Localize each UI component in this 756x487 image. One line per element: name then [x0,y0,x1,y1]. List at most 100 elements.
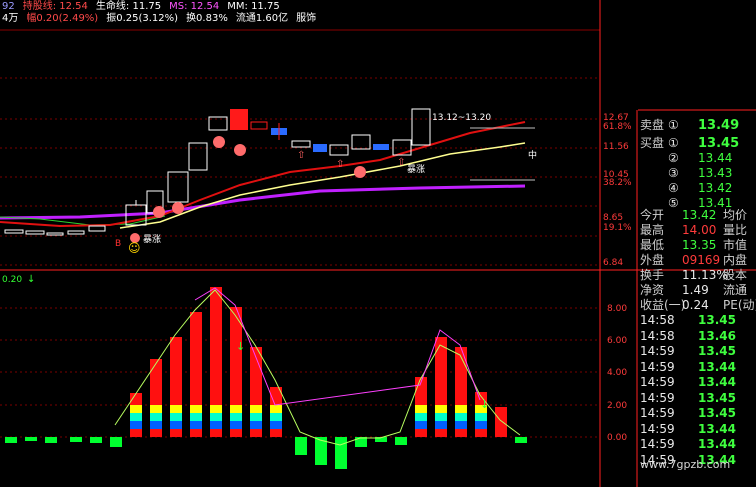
hist-bar-segment [435,405,447,413]
stat-label: 今开 [640,208,665,222]
stat-label: 收益(一) [640,298,686,312]
hist-bar-segment [270,405,282,413]
trade-price: 13.45 [698,344,736,358]
hist-bar-segment [170,413,182,421]
buy-rank: ② [668,151,679,165]
hist-bar [335,437,347,469]
hist-bar-segment [150,413,162,421]
indicator-histogram [5,287,527,469]
stat-label-2: 股本 [723,268,748,282]
trade-row: 14:59 13.44 [638,360,756,375]
buy-rank: ① [668,136,679,150]
hist-bar-segment [230,421,242,429]
hist-bar-segment [250,405,262,413]
hist-bar-segment [455,413,467,421]
hist-bar-segment [150,421,162,429]
trade-row: 14:58 13.45 [638,313,756,328]
sell-row[interactable]: 卖盘 ① 13.49 [638,118,756,133]
buy-row[interactable]: ② 13.44 [638,151,756,166]
trade-time: 14:59 [640,421,675,436]
trade-price: 13.45 [698,406,736,420]
indicator-axis: 8.00 6.00 4.00 2.00 0.00 [607,304,627,443]
hist-bar [495,407,507,437]
hist-bar-segment [130,413,142,421]
stat-row: 最高 14.00 量比 [638,223,756,238]
header-item: 4万 [2,13,19,24]
indicator-tick: 4.00 [607,368,627,378]
header-item: MS: 12.54 [169,1,220,12]
trade-price: 13.44 [698,375,736,389]
stat-label: 最高 [640,223,665,237]
trade-row: 14:59 13.45 [638,391,756,406]
hist-bar-segment [415,413,427,421]
price-axis: 12.6761.8%11.5610.4538.2%8.6519.1%6.84 [603,113,632,268]
stat-value: 0.24 [682,298,709,312]
hist-bar [110,437,122,447]
indicator-tick: 8.00 [607,304,627,314]
hist-bar-segment [130,405,142,413]
hist-bar-segment [475,421,487,429]
circle-one-icon: ① [668,118,679,132]
yellow-ma-line [119,142,526,229]
hist-bar [25,437,37,441]
sell-label: 卖盘 [640,118,665,132]
hist-bar-segment [210,405,222,413]
trade-price: 13.45 [698,390,736,405]
stat-label: 外盘 [640,253,665,267]
price-tick: 6.84 [603,258,623,268]
header-item: 换0.83% [186,13,228,24]
header-row-2: 4万 幅0.20(2.49%) 振0.25(3.12%) 换0.83% 流通1.60亿服… [2,12,324,26]
trade-row: 14:59 13.44 [638,422,756,437]
trade-time: 14:59 [640,359,675,374]
stat-label-2: 量比 [723,223,748,237]
stat-value: 14.00 [682,223,717,237]
trade-row: 14:59 13.44 [638,375,756,390]
stat-value: 1.49 [682,283,709,297]
quote-panel: 卖盘 ① 13.49 买盘 ① 13.45 ② 13.44 ③ 13.43 ④ 13.42 ⑤ 13… [638,110,756,487]
hist-bar-segment [250,421,262,429]
buy-price: 13.44 [698,151,733,165]
buy-rank: ③ [668,166,679,180]
buy-row[interactable]: ④ 13.42 [638,181,756,196]
hist-bar [5,437,17,443]
baozhang-label: 暴涨 [143,234,161,245]
header-item: 92 [2,1,15,12]
hist-bar-segment [170,421,182,429]
trade-row: 14:59 13.44 [638,437,756,452]
hist-bar-segment [170,405,182,413]
buy-price: 13.43 [698,166,733,180]
buy-row[interactable]: 买盘 ① 13.45 [638,136,756,151]
red-ma-line [0,121,526,228]
buy-rank: ④ [668,181,679,195]
hist-bar [395,437,407,445]
buy-price: 13.45 [698,136,740,151]
hist-bar-segment [250,413,262,421]
header-bar: 92 持股线: 12.54 生命线: 11.75 MS: 12.54 MM: 11.75… [0,0,640,28]
trade-row: 14:59 13.45 [638,344,756,359]
hist-bar-segment [190,413,202,421]
buy-price: 13.42 [698,181,733,195]
trade-time: 14:59 [640,375,675,389]
indicator-label: 0.20 [2,275,22,285]
header-item: 流通1.60亿 [235,13,289,24]
hist-bar-segment [190,421,202,429]
hist-bar-segment [270,421,282,429]
buy-row[interactable]: ③ 13.43 [638,166,756,181]
trade-time: 14:59 [640,390,675,405]
hist-bar-segment [415,405,427,413]
hist-bar-segment [455,421,467,429]
trade-time: 14:59 [640,344,675,358]
trade-time: 14:58 [640,328,675,343]
watermark: www.7gpzb.com [640,458,731,471]
stat-value: 11.13% [682,268,728,282]
price-tick: 19.1% [603,223,632,233]
hist-bar-segment [190,405,202,413]
trade-price: 13.44 [698,421,736,436]
price-tick: 11.56 [603,142,629,152]
stat-label-2: 均价 [723,208,748,222]
trade-time: 14:59 [640,406,675,420]
stat-row: 今开 13.42 均价 [638,208,756,223]
indicator-grid [0,307,600,438]
arrow-down-icon: ↓ [27,274,35,285]
arrow-down-icon: ↓ [480,398,489,411]
